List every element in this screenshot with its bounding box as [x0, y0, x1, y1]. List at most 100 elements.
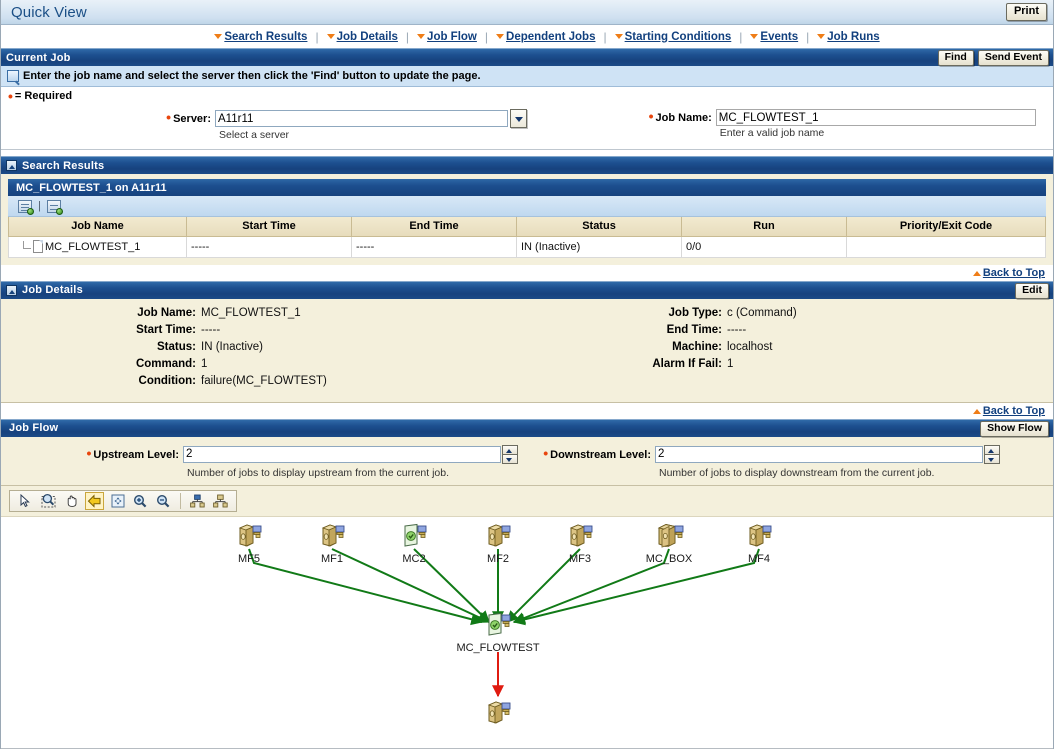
column-header-job-name[interactable]: Job Name	[9, 217, 187, 236]
box-group-icon	[656, 523, 682, 549]
nav-link-job-runs[interactable]: Job Runs	[810, 31, 886, 43]
zoom-region-tool-icon[interactable]	[39, 492, 58, 510]
server-dropdown-button[interactable]	[510, 109, 527, 128]
toolbar-divider	[180, 493, 181, 509]
send-event-button[interactable]: Send Event	[978, 50, 1049, 66]
back-to-top-link[interactable]: Back to Top	[983, 267, 1045, 279]
triangle-up-icon	[973, 409, 981, 414]
expand-all-icon[interactable]	[18, 200, 32, 213]
detail-row: End Time:-----	[527, 324, 1053, 336]
collapse-all-icon[interactable]	[47, 200, 61, 213]
section-title-job-details: Job Details	[22, 284, 83, 296]
expand-tree-tool-icon[interactable]	[188, 492, 207, 510]
detail-value: IN (Inactive)	[201, 341, 263, 353]
pan-hand-tool-icon[interactable]	[62, 492, 81, 510]
column-header-end-time[interactable]: End Time	[352, 217, 517, 236]
flow-node-label: MC_BOX	[624, 553, 714, 565]
box-job-icon	[485, 523, 511, 549]
collapse-icon-search-results[interactable]	[6, 160, 17, 171]
flow-node-downstream[interactable]	[453, 700, 543, 729]
box-job-icon	[746, 523, 772, 549]
downstream-level-stepper[interactable]	[984, 445, 1000, 464]
flow-node-mf4[interactable]: MF4	[714, 523, 804, 565]
flow-node-mc_box[interactable]: MC_BOX	[624, 523, 714, 565]
nav-link-label: Dependent Jobs	[506, 31, 595, 43]
detail-value: MC_FLOWTEST_1	[201, 307, 301, 319]
zoom-in-tool-icon[interactable]	[131, 492, 150, 510]
required-dot-icon: •	[166, 109, 171, 125]
job-details-right-column: Job Type:c (Command)End Time:-----Machin…	[527, 307, 1053, 392]
search-results-subtitle: MC_FLOWTEST_1 on A11r11	[16, 182, 167, 194]
server-input[interactable]	[215, 110, 508, 127]
detail-value: 1	[201, 358, 207, 370]
table-header-row: Job Name Start Time End Time Status Run …	[9, 217, 1046, 236]
section-header-job-flow: Job Flow Show Flow	[1, 419, 1053, 437]
flow-node-mc2[interactable]: MC2	[369, 523, 459, 565]
detail-row: Job Type:c (Command)	[527, 307, 1053, 319]
zoom-out-tool-icon[interactable]	[154, 492, 173, 510]
cell-priority-exit-code	[847, 236, 1046, 257]
nav-link-starting-conditions[interactable]: Starting Conditions	[608, 31, 739, 43]
nav-link-job-flow[interactable]: Job Flow	[410, 31, 484, 43]
job-details-panel: Job Name:MC_FLOWTEST_1Start Time:-----St…	[1, 299, 1053, 403]
column-header-run[interactable]: Run	[682, 217, 847, 236]
nav-link-events[interactable]: Events	[743, 31, 805, 43]
quick-view-page: Quick View Print Search Results|Job Deta…	[0, 0, 1054, 749]
upstream-level-input[interactable]	[183, 446, 501, 463]
nav-link-job-details[interactable]: Job Details	[320, 31, 405, 43]
upstream-level-stepper[interactable]	[502, 445, 518, 464]
find-button[interactable]: Find	[938, 50, 974, 66]
section-title-job-flow: Job Flow	[6, 422, 58, 434]
detail-value: c (Command)	[727, 307, 797, 319]
detail-row: Condition:failure(MC_FLOWTEST)	[1, 375, 527, 387]
upstream-level-group: •Upstream Level: Number of jobs to displ…	[1, 445, 527, 479]
detail-label: Start Time:	[1, 324, 201, 336]
flow-node-mf1[interactable]: MF1	[287, 523, 377, 565]
edit-button[interactable]: Edit	[1015, 283, 1049, 299]
flow-node-mf2[interactable]: MF2	[453, 523, 543, 565]
collapse-tree-tool-icon[interactable]	[211, 492, 230, 510]
select-pointer-tool-icon[interactable]	[16, 492, 35, 510]
job-name-input[interactable]	[716, 109, 1036, 126]
triangle-down-icon	[615, 34, 623, 39]
nav-link-search-results[interactable]: Search Results	[207, 31, 314, 43]
nav-link-dependent-jobs[interactable]: Dependent Jobs	[489, 31, 602, 43]
column-header-priority-exit-code[interactable]: Priority/Exit Code	[847, 217, 1046, 236]
fit-to-window-tool-icon[interactable]	[108, 492, 127, 510]
flow-node-mf3[interactable]: MF3	[535, 523, 625, 565]
job-details-actions: Edit	[1015, 283, 1049, 299]
table-row[interactable]: MC_FLOWTEST_1 ----- ----- IN (Inactive) …	[9, 236, 1046, 257]
column-header-start-time[interactable]: Start Time	[187, 217, 352, 236]
detail-value: failure(MC_FLOWTEST)	[201, 375, 327, 387]
show-flow-button[interactable]: Show Flow	[980, 421, 1049, 437]
back-to-top-link[interactable]: Back to Top	[983, 405, 1045, 417]
triangle-down-icon	[214, 34, 222, 39]
flow-node-label: MF2	[453, 553, 543, 565]
detail-label: Job Type:	[527, 307, 727, 319]
job-flow-actions: Show Flow	[980, 421, 1049, 437]
detail-value: 1	[727, 358, 733, 370]
column-header-status[interactable]: Status	[517, 217, 682, 236]
cell-status: IN (Inactive)	[517, 236, 682, 257]
job-flow-canvas[interactable]: MF5MF1MC2MF2MF3MC_BOXMF4 MC_FLOWTEST	[1, 516, 1053, 736]
job-document-icon	[33, 240, 43, 253]
box-job-icon	[319, 523, 345, 549]
nav-link-label: Job Details	[337, 31, 398, 43]
section-nav: Search Results|Job Details|Job Flow|Depe…	[1, 25, 1053, 48]
downstream-level-input[interactable]	[655, 446, 983, 463]
upstream-level-label: •Upstream Level:	[1, 448, 183, 461]
box-job-icon	[567, 523, 593, 549]
flow-node-label: MF3	[535, 553, 625, 565]
section-header-search-results: Search Results	[1, 156, 1053, 174]
triangle-up-icon	[973, 271, 981, 276]
detail-label: Command:	[1, 358, 201, 370]
flow-node-mc_flowtest[interactable]: MC_FLOWTEST	[453, 612, 543, 654]
print-button[interactable]: Print	[1006, 3, 1047, 21]
highlight-flow-tool-icon[interactable]	[85, 492, 104, 510]
current-job-form: •Server: Select a server •Job Name: Ente…	[1, 105, 1053, 150]
triangle-down-icon	[750, 34, 758, 39]
collapse-icon-job-details[interactable]	[6, 285, 17, 296]
back-to-top-job-details: Back to Top	[1, 403, 1053, 419]
job-flow-level-form: •Upstream Level: Number of jobs to displ…	[1, 437, 1053, 486]
flow-node-mf5[interactable]: MF5	[204, 523, 294, 565]
